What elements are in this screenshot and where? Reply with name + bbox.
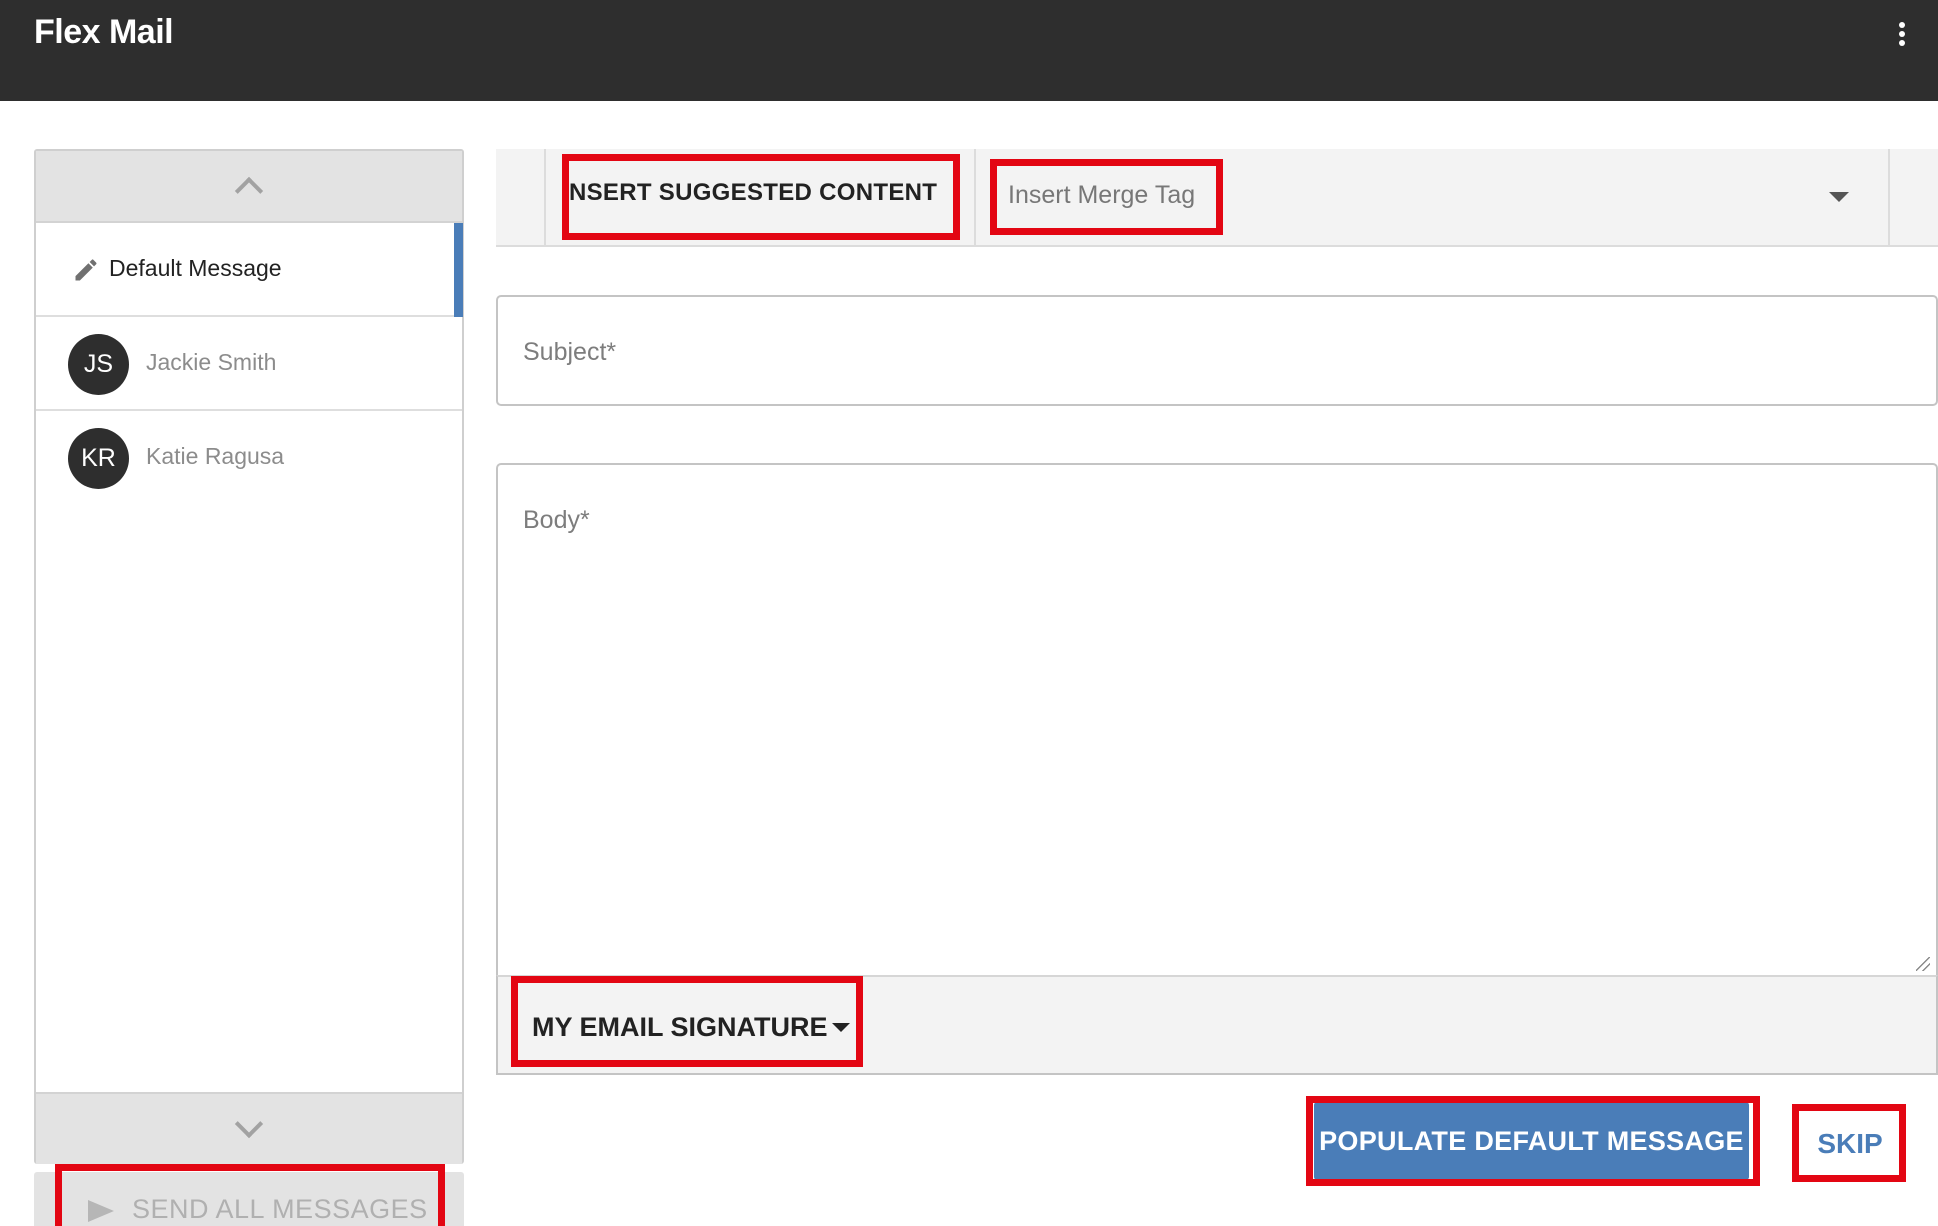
insert-merge-tag-select[interactable]: Insert Merge Tag: [1008, 181, 1195, 210]
app-title: Flex Mail: [34, 13, 174, 51]
message-list-panel: Default Message JS Jackie Smith KR Katie…: [34, 149, 464, 1164]
contact-name: Katie Ragusa: [146, 443, 285, 469]
chevron-down-icon: [234, 1109, 264, 1139]
scroll-up-button[interactable]: [36, 151, 462, 223]
body-textarea[interactable]: Body*: [496, 463, 1938, 975]
email-signature-dropdown[interactable]: MY EMAIL SIGNATURE: [532, 1012, 828, 1043]
default-message-item[interactable]: Default Message: [36, 223, 463, 317]
toolbar-divider: [544, 149, 546, 247]
pencil-icon: [75, 259, 97, 281]
resize-handle-icon[interactable]: [1916, 957, 1930, 971]
chevron-up-icon: [234, 176, 264, 206]
signature-bar: MY EMAIL SIGNATURE: [496, 975, 1938, 1075]
avatar: KR: [68, 428, 129, 489]
insert-suggested-content-button[interactable]: INSERT SUGGESTED CONTENT: [562, 179, 937, 207]
contact-item-jackie-smith[interactable]: JS Jackie Smith: [36, 317, 462, 411]
app-header: Flex Mail: [0, 0, 1938, 101]
contact-item-katie-ragusa[interactable]: KR Katie Ragusa: [36, 411, 462, 505]
contact-name: Jackie Smith: [146, 349, 277, 375]
active-indicator: [454, 223, 463, 317]
dropdown-arrow-icon[interactable]: [1829, 192, 1849, 202]
toolbar-divider: [974, 149, 976, 247]
toolbar-divider: [1888, 149, 1890, 247]
populate-default-message-button[interactable]: POPULATE DEFAULT MESSAGE: [1314, 1102, 1749, 1180]
skip-button[interactable]: SKIP: [1797, 1106, 1903, 1182]
send-all-label: SEND ALL MESSAGES: [132, 1194, 428, 1224]
send-icon: [88, 1200, 114, 1222]
more-vert-icon[interactable]: [1890, 20, 1914, 50]
avatar: JS: [68, 334, 129, 395]
dropdown-arrow-icon[interactable]: [832, 1023, 850, 1032]
subject-input[interactable]: Subject*: [496, 295, 1938, 406]
editor-toolbar: INSERT SUGGESTED CONTENT Insert Merge Ta…: [496, 149, 1938, 247]
body-placeholder: Body*: [523, 506, 590, 534]
scroll-down-button[interactable]: [36, 1092, 462, 1164]
default-message-label: Default Message: [109, 255, 282, 281]
subject-placeholder: Subject*: [523, 338, 617, 366]
send-all-messages-button[interactable]: SEND ALL MESSAGES: [34, 1172, 464, 1226]
